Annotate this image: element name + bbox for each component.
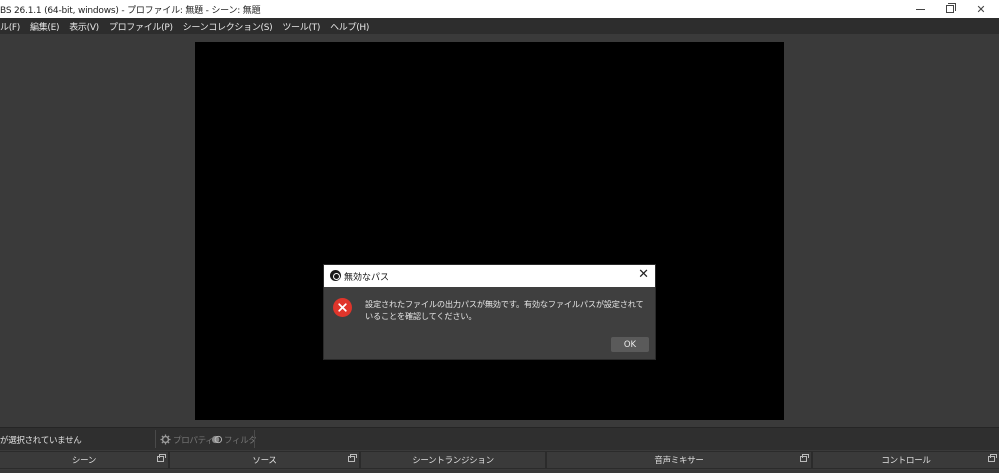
toolbar-divider: [155, 430, 156, 448]
menu-view[interactable]: 表示(V): [64, 20, 104, 33]
dock-transitions-header[interactable]: シーントランジション: [361, 452, 545, 468]
window-titlebar: BS 26.1.1 (64-bit, windows) - プロファイル: 無題…: [0, 0, 999, 18]
dock-title: 音声ミキサー: [654, 456, 704, 466]
dock-scenes-header[interactable]: シーン: [0, 452, 168, 468]
dock-content-edge: [0, 469, 999, 473]
error-icon: [333, 298, 352, 317]
window-title: BS 26.1.1 (64-bit, windows) - プロファイル: 無題…: [0, 6, 261, 16]
minimize-button[interactable]: [904, 0, 936, 18]
toolbar-divider: [254, 430, 255, 448]
dock-title: シーン: [71, 456, 97, 466]
undock-icon[interactable]: [988, 454, 997, 462]
dock-title: シーントランジション: [412, 456, 494, 466]
menu-edit[interactable]: 編集(E): [25, 20, 64, 33]
undock-icon[interactable]: [157, 454, 166, 462]
dialog-close-button[interactable]: ✕: [638, 268, 649, 282]
invalid-path-dialog: 無効なパス ✕ 設定されたファイルの出力パスが無効です。有効なファイルパスが設定…: [323, 264, 656, 360]
undock-icon[interactable]: [800, 454, 809, 462]
no-source-selected-label: が選択されていません: [0, 436, 82, 446]
filters-button[interactable]: フィルタ: [211, 431, 257, 448]
source-toolbar: が選択されていません プロパティ フィルタ: [0, 427, 999, 450]
properties-label: プロパティ: [173, 435, 214, 446]
close-icon: ✕: [976, 2, 986, 16]
undock-icon[interactable]: [348, 454, 357, 462]
menu-tools[interactable]: ツール(T): [277, 20, 325, 33]
ok-button[interactable]: OK: [611, 337, 649, 352]
maximize-button[interactable]: [934, 0, 966, 18]
gear-icon: [160, 434, 171, 445]
filters-label: フィルタ: [224, 435, 257, 446]
dialog-message: 設定されたファイルの出力パスが無効です。有効なファイルパスが設定されていることを…: [365, 299, 644, 321]
filter-icon: [211, 435, 222, 444]
menu-file[interactable]: ル(F): [0, 20, 25, 33]
dock-audio-mixer-header[interactable]: 音声ミキサー: [547, 452, 811, 468]
menu-help[interactable]: ヘルプ(H): [325, 20, 374, 33]
dock-title: ソース: [252, 456, 277, 466]
dock-sources-header[interactable]: ソース: [170, 452, 359, 468]
minimize-icon: [915, 8, 925, 10]
dialog-title: 無効なパス: [344, 273, 390, 283]
properties-button[interactable]: プロパティ: [160, 431, 214, 448]
dock-area: シーン ソース シーントランジション 音声ミキサー コントロール: [0, 451, 999, 473]
preview-canvas[interactable]: [195, 42, 784, 420]
maximize-icon: [946, 3, 956, 13]
dock-controls-header[interactable]: コントロール: [813, 452, 999, 468]
close-button[interactable]: ✕: [965, 0, 997, 18]
menu-profile[interactable]: プロファイル(P): [104, 20, 178, 33]
obs-logo-icon: [330, 270, 341, 281]
dock-title: コントロール: [881, 456, 931, 466]
dialog-titlebar: 無効なパス ✕: [324, 265, 655, 287]
menu-scene-collection[interactable]: シーンコレクション(S): [178, 20, 278, 33]
workspace: [0, 34, 999, 426]
menu-bar: ル(F) 編集(E) 表示(V) プロファイル(P) シーンコレクション(S) …: [0, 18, 999, 34]
